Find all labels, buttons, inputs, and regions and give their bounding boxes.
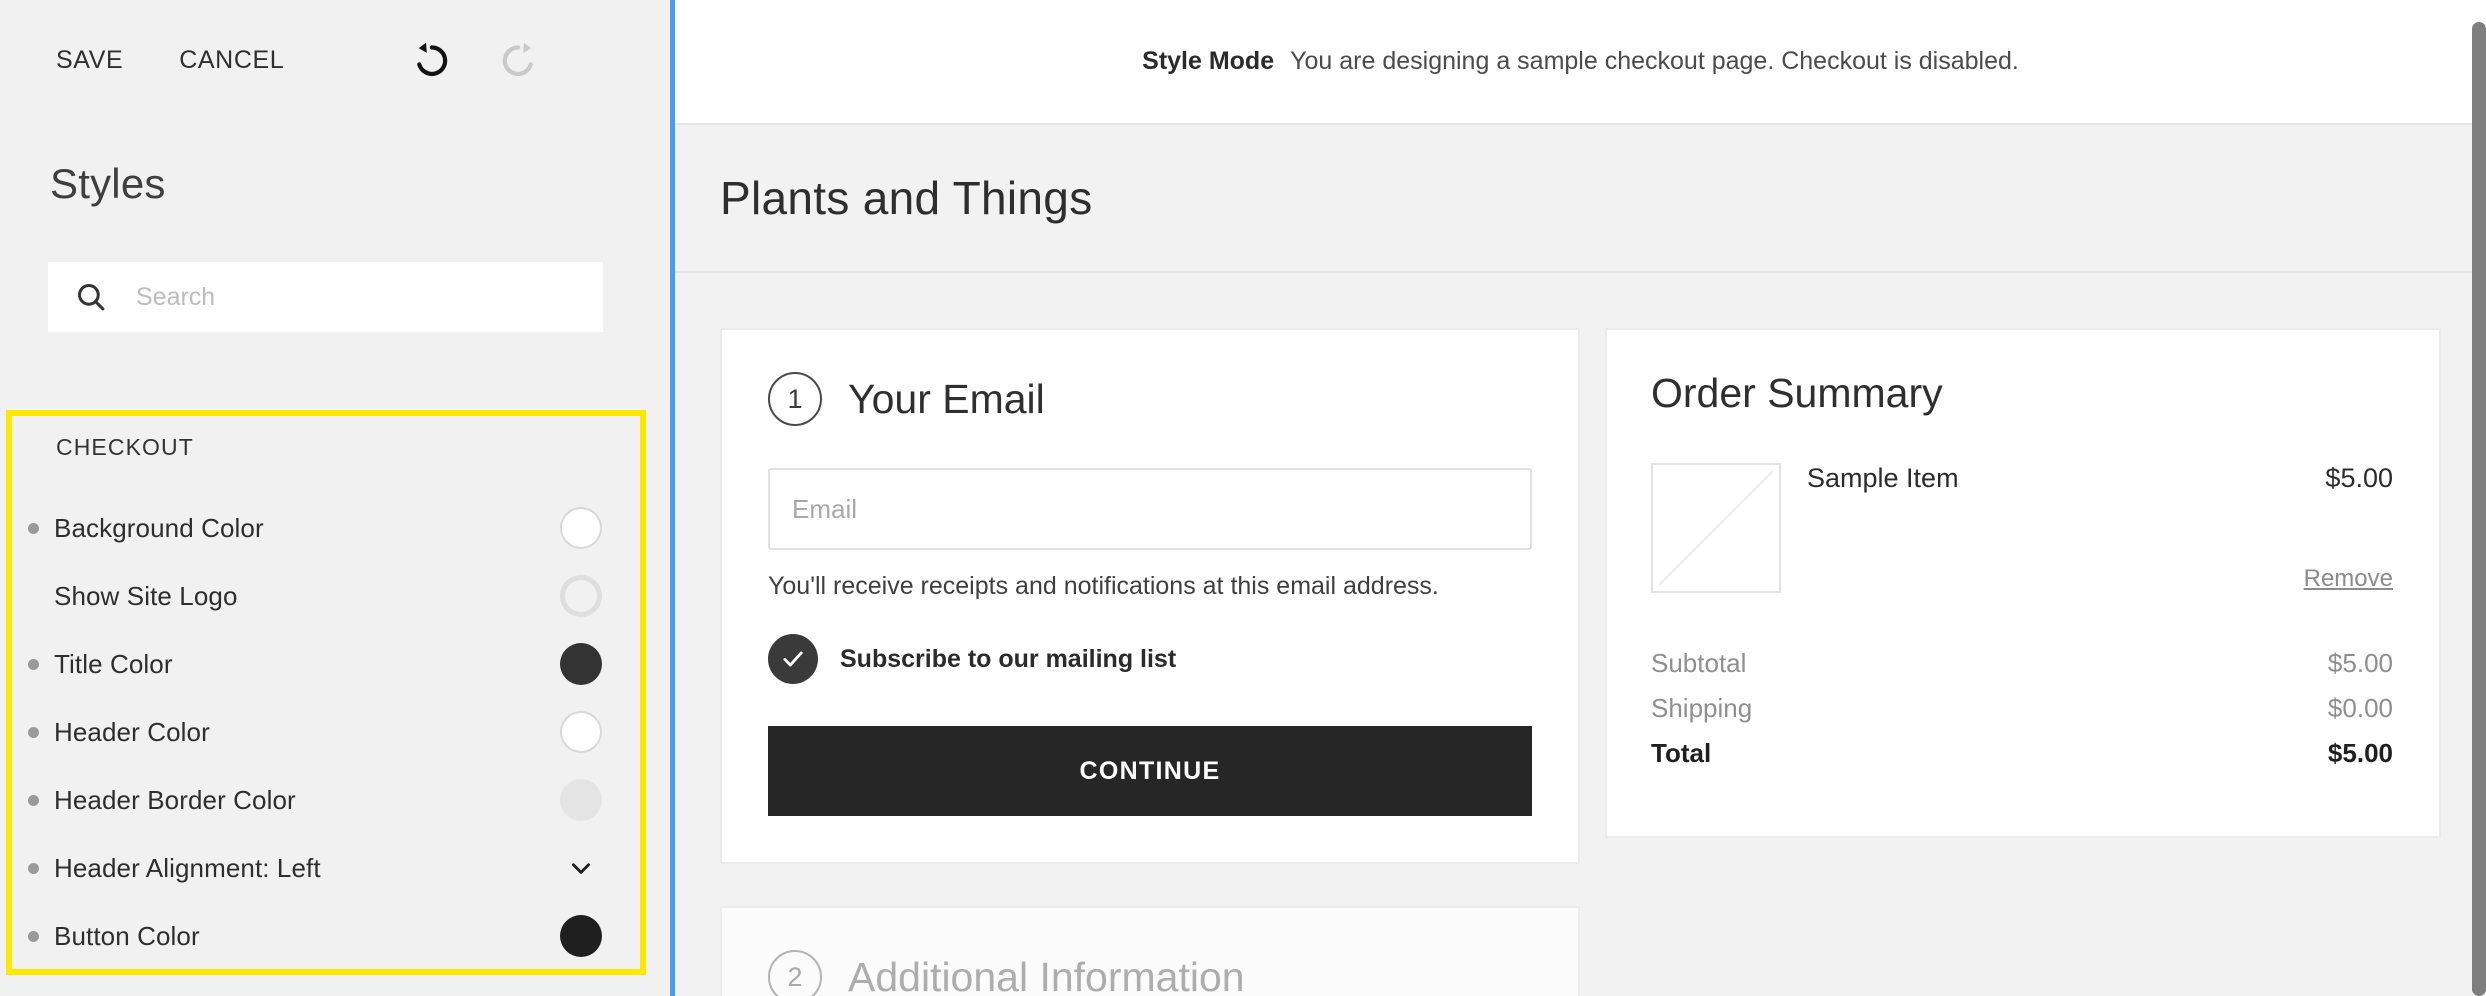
order-summary-title: Order Summary: [1651, 370, 1943, 416]
step-number-badge: 2: [768, 950, 822, 996]
style-option-label: Header Border Color: [54, 784, 296, 815]
style-mode-label: Style Mode: [1142, 47, 1275, 75]
email-field[interactable]: [768, 468, 1532, 550]
color-swatch-button[interactable]: [558, 709, 604, 755]
history-buttons: [408, 37, 542, 83]
style-option-label: Header Color: [54, 716, 210, 747]
order-total-row: Subtotal $5.00: [1651, 641, 2393, 686]
style-editor-app: SAVE CANCEL Styles Search CHECKOUT Backg…: [0, 0, 2486, 996]
chevron-down-icon: [572, 863, 590, 874]
page-title: Styles: [50, 160, 166, 207]
modified-dot-icon: [28, 794, 39, 806]
item-thumbnail-placeholder: [1651, 463, 1781, 593]
step-number-badge: 1: [768, 372, 822, 426]
modified-dot-icon: [28, 726, 39, 738]
style-option-row[interactable]: Header Alignment: Left: [12, 834, 640, 902]
order-line-item: Sample Item $5.00 Remove: [1651, 463, 2393, 593]
order-total-label: Total: [1651, 738, 1712, 768]
style-mode-banner: Style Mode You are designing a sample ch…: [675, 0, 2486, 125]
email-help-text: You'll receive receipts and notification…: [768, 572, 1439, 600]
checkout-body: 1 Your Email You'll receive receipts and…: [675, 273, 2486, 996]
email-step-card: 1 Your Email You'll receive receipts and…: [720, 328, 1580, 864]
modified-dot-icon: [28, 930, 39, 942]
redo-icon: [503, 42, 534, 77]
color-swatch: [560, 915, 602, 957]
color-swatch: [560, 575, 602, 617]
step-title: Your Email: [848, 375, 1045, 422]
redo-button[interactable]: [496, 37, 542, 83]
step-title: Additional Information: [848, 953, 1245, 996]
order-summary-card: Order Summary Sample Item $5.00 Remove S…: [1605, 328, 2441, 838]
alignment-dropdown-toggle[interactable]: [558, 845, 604, 891]
order-total-row: Shipping $0.00: [1651, 686, 2393, 731]
color-swatch-button[interactable]: [558, 641, 604, 687]
color-swatch: [560, 507, 602, 549]
continue-button[interactable]: CONTINUE: [768, 726, 1532, 816]
site-header: Plants and Things: [675, 125, 2486, 273]
color-swatch: [560, 711, 602, 753]
style-option-list: Background Color Show Site Logo Title Colo…: [12, 494, 640, 970]
checkout-main-column: 1 Your Email You'll receive receipts and…: [720, 328, 1580, 996]
remove-item-link[interactable]: Remove: [2304, 565, 2393, 593]
style-option-label: Title Color: [54, 648, 173, 679]
style-option-row[interactable]: Header Border Color: [12, 766, 640, 834]
order-total-value: $5.00: [2327, 648, 2393, 678]
undo-button[interactable]: [408, 37, 454, 83]
search-input[interactable]: [136, 282, 566, 312]
subscribe-checkbox[interactable]: [768, 634, 818, 684]
color-swatch-button[interactable]: [558, 573, 604, 619]
modified-dot-icon: [28, 658, 39, 670]
additional-info-step-header: 2 Additional Information: [768, 950, 1532, 996]
style-option-row[interactable]: Title Color: [12, 630, 640, 698]
modified-dot-icon: [28, 522, 39, 534]
item-name: Sample Item: [1807, 463, 1959, 493]
style-option-label: Header Alignment: Left: [54, 852, 321, 883]
color-swatch-button[interactable]: [558, 505, 604, 551]
group-heading: CHECKOUT: [56, 434, 194, 460]
subscribe-checkbox-row[interactable]: Subscribe to our mailing list: [768, 634, 1532, 684]
style-option-row[interactable]: Background Color: [12, 494, 640, 562]
style-option-label: Button Color: [54, 920, 200, 951]
checkout-style-group: CHECKOUT Background Color Show Site Logo T…: [6, 410, 646, 975]
undo-icon: [417, 42, 448, 77]
sidebar-toolbar: SAVE CANCEL: [0, 0, 670, 120]
search-bar[interactable]: [48, 262, 603, 332]
style-option-row[interactable]: Button Color: [12, 902, 640, 970]
save-button[interactable]: SAVE: [52, 40, 127, 81]
order-total-label: Shipping: [1651, 693, 1753, 723]
order-total-value: $5.00: [2327, 738, 2393, 768]
color-swatch: [560, 779, 602, 821]
style-option-label: Show Site Logo: [54, 580, 238, 611]
style-mode-message: You are designing a sample checkout page…: [1290, 47, 2019, 75]
style-option-row[interactable]: Header Color: [12, 698, 640, 766]
order-total-label: Subtotal: [1651, 648, 1747, 678]
color-swatch-button[interactable]: [558, 913, 604, 959]
placeholder-image-icon: [1658, 470, 1774, 586]
color-swatch: [560, 643, 602, 685]
color-swatch-button[interactable]: [558, 777, 604, 823]
order-total-value: $0.00: [2327, 693, 2393, 723]
modified-dot-icon: [28, 862, 39, 874]
check-icon: [783, 651, 803, 667]
search-icon: [78, 284, 105, 311]
cancel-button[interactable]: CANCEL: [175, 40, 288, 81]
item-price: $5.00: [2325, 463, 2393, 493]
subscribe-label: Subscribe to our mailing list: [840, 644, 1177, 673]
style-option-label: Background Color: [54, 512, 264, 543]
site-title: Plants and Things: [720, 172, 1093, 224]
email-step-header: 1 Your Email: [768, 372, 1532, 426]
style-option-row[interactable]: Show Site Logo: [12, 562, 640, 630]
checkout-preview-pane: Style Mode You are designing a sample ch…: [670, 0, 2486, 996]
order-totals: Subtotal $5.00 Shipping $0.00 Total $5.00: [1651, 641, 2393, 776]
styles-sidebar: SAVE CANCEL Styles Search CHECKOUT Backg…: [0, 0, 670, 996]
vertical-scrollbar[interactable]: [2472, 22, 2486, 996]
order-total-row: Total $5.00: [1651, 731, 2393, 776]
order-line-item-top: Sample Item $5.00: [1807, 463, 2393, 494]
order-line-item-body: Sample Item $5.00 Remove: [1807, 463, 2393, 593]
additional-information-card[interactable]: 2 Additional Information: [720, 906, 1580, 996]
